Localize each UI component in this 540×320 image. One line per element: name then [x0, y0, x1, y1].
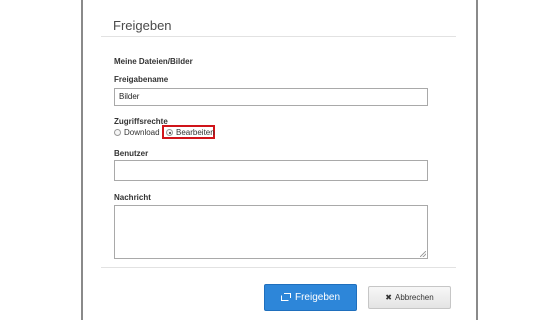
radio-download[interactable] [114, 129, 121, 136]
radio-edit-label[interactable]: Bearbeiten [176, 128, 215, 137]
dialog-title: Freigeben [113, 18, 172, 33]
cancel-button[interactable]: ✖ Abbrechen [368, 286, 451, 309]
share-icon [280, 293, 291, 302]
user-label: Benutzer [114, 149, 149, 158]
radio-edit[interactable] [166, 129, 173, 136]
share-button[interactable]: Freigeben [264, 284, 357, 311]
share-name-label: Freigabename [114, 75, 169, 84]
header-divider [101, 36, 456, 37]
dialog-right-border [476, 0, 478, 320]
radio-download-label[interactable]: Download [124, 128, 160, 137]
footer-divider [101, 267, 456, 268]
share-button-label: Freigeben [294, 292, 341, 303]
message-label: Nachricht [114, 193, 151, 202]
message-textarea[interactable] [114, 205, 428, 259]
close-icon: ✖ [385, 293, 392, 302]
user-input[interactable] [114, 160, 428, 181]
access-rights-label: Zugriffsrechte [114, 117, 168, 126]
cancel-button-label: Abbrechen [395, 293, 434, 302]
dialog-left-border [81, 0, 83, 320]
share-name-input[interactable]: Bilder [114, 88, 428, 106]
section-label: Meine Dateien/Bilder [114, 57, 193, 66]
resize-grip-icon[interactable] [420, 251, 426, 257]
